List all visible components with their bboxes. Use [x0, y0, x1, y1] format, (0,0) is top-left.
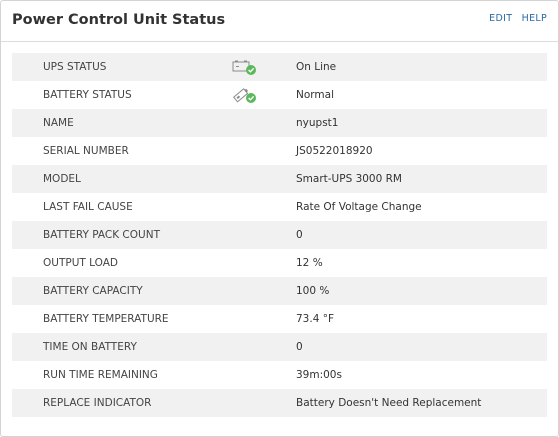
row-value: 73.4 °F: [296, 313, 335, 325]
battery-ok-icon: [232, 86, 260, 104]
row-value: 0: [296, 229, 303, 241]
row-label: MODEL: [43, 173, 81, 185]
row-label: UPS STATUS: [43, 61, 107, 73]
row-value: On Line: [296, 61, 337, 73]
status-row-run-time-remaining: RUN TIME REMAINING 39m:00s: [12, 361, 547, 389]
row-value: Rate Of Voltage Change: [296, 201, 422, 213]
status-row-output-load: OUTPUT LOAD 12 %: [12, 249, 547, 277]
power-control-unit-panel: Power Control Unit Status EDIT HELP UPS …: [0, 0, 559, 437]
help-link[interactable]: HELP: [522, 13, 547, 24]
status-table: UPS STATUS On Line BATTERY STATUS Normal…: [12, 53, 547, 417]
row-value: 0: [296, 341, 303, 353]
row-value: Smart-UPS 3000 RM: [296, 173, 402, 185]
row-label: LAST FAIL CAUSE: [43, 201, 133, 213]
status-row-ups-status: UPS STATUS On Line: [12, 53, 547, 81]
panel-header: Power Control Unit Status EDIT HELP: [1, 1, 558, 42]
row-label: TIME ON BATTERY: [43, 341, 137, 353]
status-row-model: MODEL Smart-UPS 3000 RM: [12, 165, 547, 193]
row-label: SERIAL NUMBER: [43, 145, 129, 157]
row-value: Battery Doesn't Need Replacement: [296, 397, 482, 409]
row-value: 39m:00s: [296, 369, 342, 381]
status-row-battery-status: BATTERY STATUS Normal: [12, 81, 547, 109]
row-value: nyupst1: [296, 117, 339, 129]
row-value: JS0522018920: [296, 145, 373, 157]
row-label: OUTPUT LOAD: [43, 257, 118, 269]
row-value: 100 %: [296, 285, 330, 297]
row-value: Normal: [296, 89, 334, 101]
row-label: BATTERY STATUS: [43, 89, 132, 101]
status-row-name: NAME nyupst1: [12, 109, 547, 137]
status-row-battery-pack-count: BATTERY PACK COUNT 0: [12, 221, 547, 249]
status-row-battery-temperature: BATTERY TEMPERATURE 73.4 °F: [12, 305, 547, 333]
row-label: REPLACE INDICATOR: [43, 397, 152, 409]
row-label: BATTERY CAPACITY: [43, 285, 143, 297]
header-links: EDIT HELP: [483, 13, 547, 24]
row-label: RUN TIME REMAINING: [43, 369, 158, 381]
ups-ok-icon: [232, 58, 260, 76]
row-label: BATTERY PACK COUNT: [43, 229, 160, 241]
status-row-serial-number: SERIAL NUMBER JS0522018920: [12, 137, 547, 165]
row-label: BATTERY TEMPERATURE: [43, 313, 169, 325]
row-label: NAME: [43, 117, 74, 129]
status-row-time-on-battery: TIME ON BATTERY 0: [12, 333, 547, 361]
edit-link[interactable]: EDIT: [489, 13, 512, 24]
status-row-battery-capacity: BATTERY CAPACITY 100 %: [12, 277, 547, 305]
panel-title: Power Control Unit Status: [12, 12, 226, 28]
status-row-replace-indicator: REPLACE INDICATOR Battery Doesn't Need R…: [12, 389, 547, 417]
status-row-last-fail-cause: LAST FAIL CAUSE Rate Of Voltage Change: [12, 193, 547, 221]
row-value: 12 %: [296, 257, 323, 269]
